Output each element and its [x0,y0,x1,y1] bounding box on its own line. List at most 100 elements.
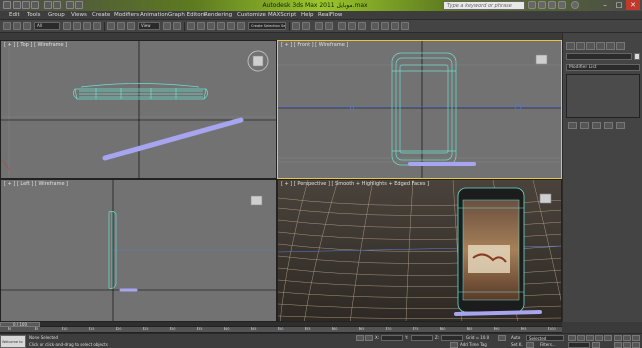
menu-tools[interactable]: Tools [27,11,41,20]
remove-modifier-icon[interactable] [604,122,613,129]
pin-stack-icon[interactable] [568,122,577,129]
edit-named-selection-icon[interactable] [237,22,245,30]
modifier-stack[interactable] [566,74,640,118]
lock-selection-icon[interactable] [356,335,364,341]
current-frame-field[interactable] [568,342,590,348]
select-manipulate-icon[interactable] [173,22,181,30]
orbit-icon[interactable] [632,342,640,348]
snaps-toggle-icon[interactable] [197,22,205,30]
goto-start-icon[interactable] [568,335,576,341]
viewport-label-front[interactable]: [ + ] [ Front ] [ Wireframe ] [281,42,348,49]
rectangular-selection-icon[interactable] [83,22,91,30]
previous-frame-icon[interactable] [577,335,585,341]
communication-center-icon[interactable] [548,1,556,9]
favorites-star-icon[interactable] [558,1,566,9]
keyboard-shortcut-override-icon[interactable] [187,22,195,30]
z-coordinate-field[interactable] [441,335,463,341]
render-production-icon[interactable] [391,22,399,30]
key-icon[interactable] [498,335,506,341]
select-scale-icon[interactable] [127,22,135,30]
viewport-label-left[interactable]: [ + ] [ Left ] [ Wireframe ] [4,181,68,188]
undo-scene-icon[interactable] [3,22,11,30]
quick-access-dropdown-icon[interactable] [75,1,83,9]
schematic-view-icon[interactable] [348,22,356,30]
menu-realflow[interactable]: RealFlow [318,11,342,20]
time-tag-icon[interactable] [450,342,458,348]
viewport-front[interactable]: [ + ] [ Front ] [ Wireframe ] [277,40,562,179]
menu-group[interactable]: Group [48,11,65,20]
app-menu-icon[interactable] [3,1,11,9]
create-tab-icon[interactable] [566,42,575,50]
selection-filter-dropdown[interactable]: All [34,22,60,30]
key-filters-button[interactable]: Filters... [540,342,556,348]
configure-modifier-sets-icon[interactable] [616,122,625,129]
menu-graph-editors[interactable]: Graph Editors [168,11,206,20]
pivot-center-icon[interactable] [163,22,171,30]
pan-icon[interactable] [623,342,631,348]
render-setup-icon[interactable] [371,22,379,30]
named-selection-dropdown[interactable]: Create Selection Se [248,22,286,30]
zoom-icon[interactable] [614,335,622,341]
menu-customize[interactable]: Customize [237,11,266,20]
viewport-perspective[interactable]: [ + ] [ Perspective ] [ Smooth + Highlig… [277,179,562,322]
search-input[interactable]: Type a keyword or phrase [443,1,525,10]
new-file-icon[interactable] [13,1,21,9]
menu-maxscript[interactable]: MAXScript [268,11,296,20]
object-color-swatch[interactable] [634,53,640,60]
viewport-top[interactable]: [ + ] [ Top ] [ Wireframe ] [0,40,277,179]
menu-create[interactable]: Create [92,11,110,20]
display-tab-icon[interactable] [606,42,615,50]
set-keys-icon[interactable] [526,342,534,348]
material-editor-icon[interactable] [358,22,366,30]
key-mode-dropdown[interactable]: Selected [526,335,564,341]
make-unique-icon[interactable] [592,122,601,129]
set-key-button[interactable]: Set K. [511,342,523,348]
rendered-frame-window-icon[interactable] [381,22,389,30]
maxscript-listener[interactable]: Welcome to M [0,335,26,348]
object-name-field[interactable] [566,53,632,60]
binoculars-icon[interactable] [528,1,536,9]
project-folder-icon[interactable] [66,1,74,9]
y-coordinate-field[interactable] [411,335,433,341]
select-by-name-icon[interactable] [73,22,81,30]
utilities-tab-icon[interactable] [616,42,625,50]
save-file-icon[interactable] [31,1,39,9]
link-icon[interactable] [13,22,21,30]
menu-animation[interactable]: Animation [140,11,168,20]
minimize-button[interactable]: – [598,0,612,10]
curve-editor-icon[interactable] [338,22,346,30]
zoom-all-icon[interactable] [623,335,631,341]
open-file-icon[interactable] [22,1,30,9]
auto-key-button[interactable]: Auto [511,335,520,341]
close-button[interactable]: ✕ [626,0,640,10]
viewport-left[interactable]: [ + ] [ Left ] [ Wireframe ] [0,179,277,322]
show-end-result-icon[interactable] [580,122,589,129]
layer-manager-icon[interactable] [315,22,323,30]
hierarchy-tab-icon[interactable] [586,42,595,50]
next-frame-icon[interactable] [595,335,603,341]
menu-edit[interactable]: Edit [9,11,20,20]
percent-snap-icon[interactable] [217,22,225,30]
select-object-icon[interactable] [63,22,71,30]
x-coordinate-field[interactable] [381,335,403,341]
window-crossing-icon[interactable] [93,22,101,30]
spinner-snap-icon[interactable] [227,22,235,30]
undo-icon[interactable] [44,1,52,9]
modifier-list-dropdown[interactable]: Modifier List [566,64,640,71]
absolute-mode-icon[interactable] [365,335,373,341]
align-icon[interactable] [302,22,310,30]
modify-tab-icon[interactable] [576,42,585,50]
zoom-extents-icon[interactable] [632,335,640,341]
graphite-ribbon-icon[interactable] [325,22,333,30]
subscription-center-icon[interactable] [538,1,546,9]
select-rotate-icon[interactable] [117,22,125,30]
help-icon[interactable] [571,1,579,9]
angle-snap-icon[interactable] [207,22,215,30]
menu-help[interactable]: Help [301,11,314,20]
goto-end-icon[interactable] [604,335,612,341]
select-move-icon[interactable] [107,22,115,30]
redo-icon[interactable] [53,1,61,9]
motion-tab-icon[interactable] [596,42,605,50]
viewport-label-top[interactable]: [ + ] [ Top ] [ Wireframe ] [4,42,67,49]
unlink-icon[interactable] [23,22,31,30]
